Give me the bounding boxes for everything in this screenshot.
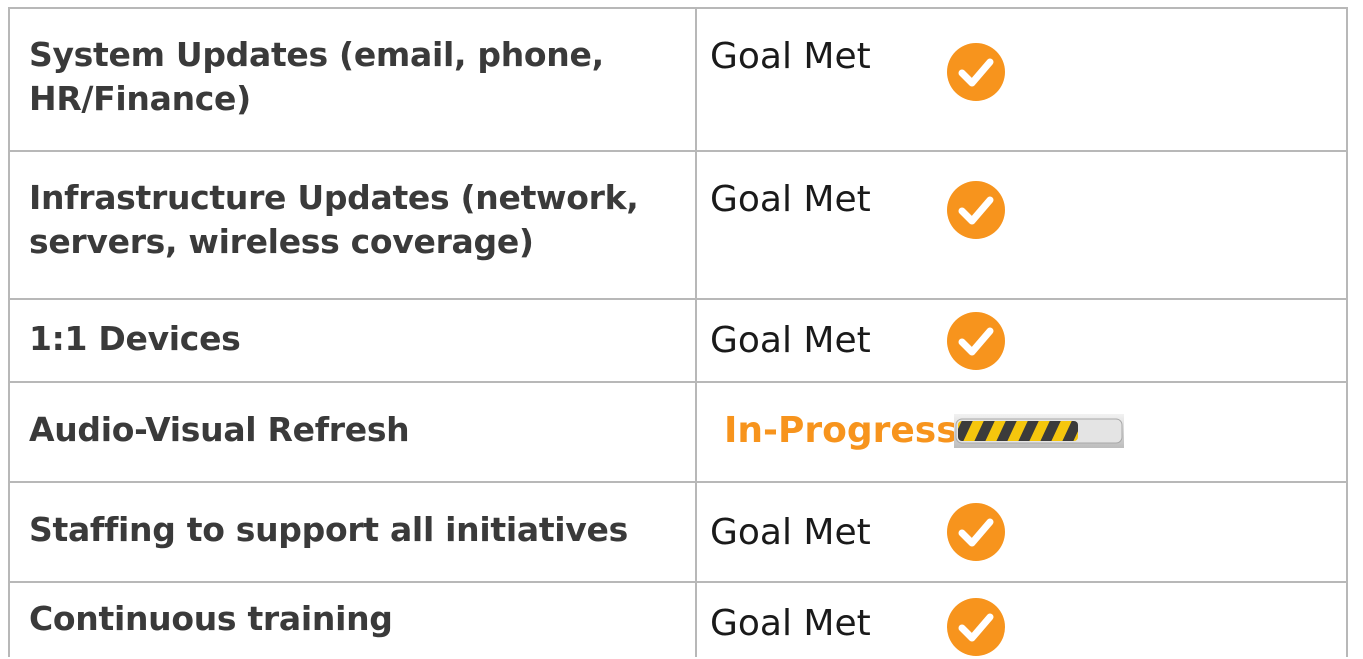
- check-circle-icon: [947, 181, 1005, 239]
- task-label: Continuous training: [29, 599, 393, 638]
- progress-bar-icon: [954, 414, 1124, 448]
- task-label: System Updates (email, phone, HR/Finance…: [29, 35, 604, 118]
- table-row: Continuous training Goal Met: [10, 583, 1346, 659]
- check-circle-icon: [947, 503, 1005, 561]
- status-label: In-Progress: [724, 410, 958, 451]
- status-label: Goal Met: [710, 512, 871, 553]
- table-row: Audio-Visual Refresh In-Progress: [10, 383, 1346, 483]
- status-label: Goal Met: [710, 603, 871, 644]
- check-circle-icon: [947, 312, 1005, 370]
- status-label: Goal Met: [710, 179, 871, 220]
- task-label: Staffing to support all initiatives: [29, 510, 628, 549]
- task-label: Audio-Visual Refresh: [29, 410, 410, 449]
- table-row: Infrastructure Updates (network, servers…: [10, 152, 1346, 300]
- status-label: Goal Met: [710, 320, 871, 361]
- table-row: Staffing to support all initiatives Goal…: [10, 483, 1346, 583]
- table-row: System Updates (email, phone, HR/Finance…: [10, 9, 1346, 152]
- check-circle-icon: [947, 43, 1005, 101]
- goals-table: System Updates (email, phone, HR/Finance…: [8, 7, 1348, 657]
- task-label: Infrastructure Updates (network, servers…: [29, 178, 639, 261]
- status-label: Goal Met: [710, 36, 871, 77]
- task-label: 1:1 Devices: [29, 319, 241, 358]
- table-row: 1:1 Devices Goal Met: [10, 300, 1346, 383]
- check-circle-icon: [947, 598, 1005, 656]
